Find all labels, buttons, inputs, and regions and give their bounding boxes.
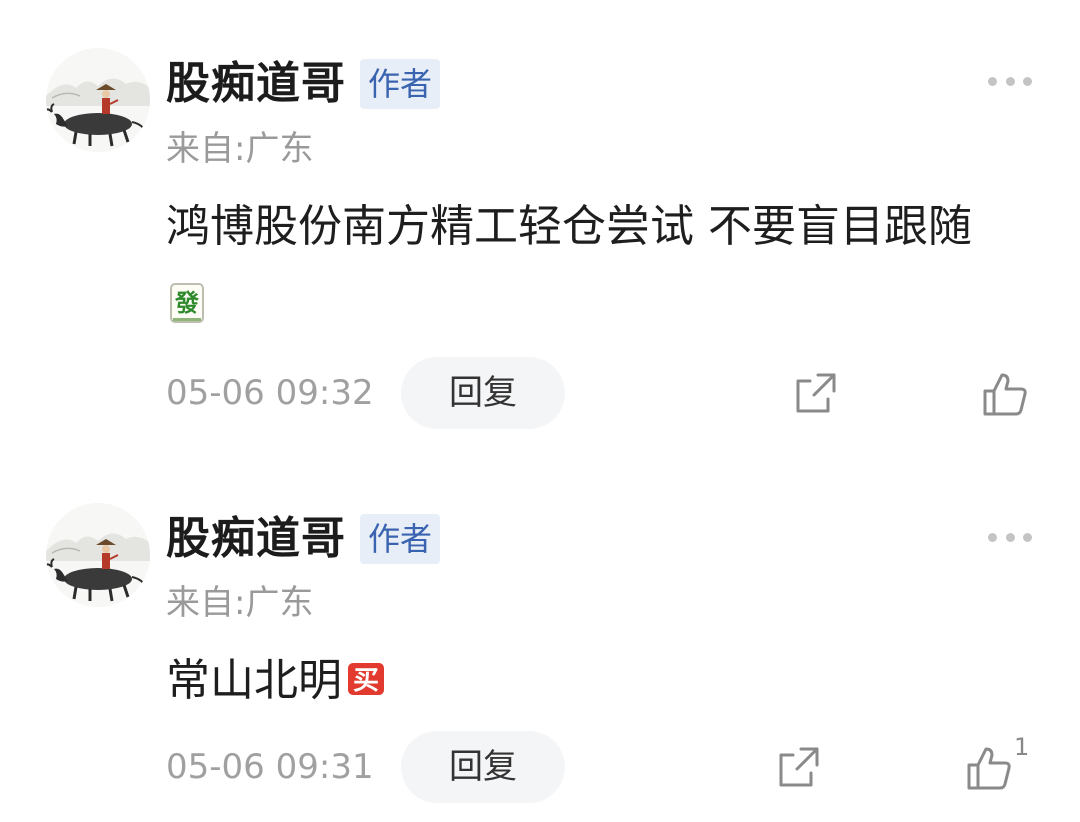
like-count: 1 xyxy=(1014,733,1030,761)
avatar-image xyxy=(46,48,150,152)
dot xyxy=(1005,532,1015,542)
comment-item: 股痴道哥 作者 来自:广东 常山北明买 05-06 09:31 回复 1 xyxy=(0,470,1080,822)
author-badge: 作者 xyxy=(360,514,441,564)
avatar[interactable] xyxy=(46,48,150,152)
more-options-icon[interactable] xyxy=(988,531,1032,543)
dot xyxy=(1023,76,1032,86)
dot xyxy=(988,532,997,542)
thumbs-up-icon[interactable] xyxy=(982,371,1028,417)
author-name[interactable]: 股痴道哥 xyxy=(166,507,346,571)
comment-meta-row: 05-06 09:32 回复 xyxy=(0,357,1080,429)
share-icon[interactable] xyxy=(777,745,821,789)
svg-text:發: 發 xyxy=(174,289,199,317)
timestamp: 05-06 09:32 xyxy=(166,373,374,413)
author-row: 股痴道哥 作者 xyxy=(166,507,441,571)
dot xyxy=(988,76,997,86)
timestamp: 05-06 09:31 xyxy=(166,747,374,787)
thumbs-up-icon[interactable] xyxy=(966,745,1012,791)
author-badge: 作者 xyxy=(360,59,441,109)
comment-text: 鸿博股份南方精工轻仓尝试 不要盲目跟随 xyxy=(166,201,972,252)
reply-button[interactable]: 回复 xyxy=(401,731,565,803)
mahjong-fa-icon: 發 xyxy=(170,270,204,348)
comment-item: 股痴道哥 作者 来自:广东 鸿博股份南方精工轻仓尝试 不要盲目跟随發 05-06… xyxy=(0,0,1080,470)
share-icon[interactable] xyxy=(794,371,838,415)
comment-content: 常山北明买 xyxy=(166,642,1006,724)
buy-sticker-icon: 买 xyxy=(346,646,386,724)
comment-content: 鸿博股份南方精工轻仓尝试 不要盲目跟随發 xyxy=(166,188,1006,348)
comment-text: 常山北明 xyxy=(166,655,342,706)
avatar[interactable] xyxy=(46,503,150,607)
author-row: 股痴道哥 作者 xyxy=(166,52,441,116)
dot xyxy=(1005,76,1015,86)
more-options-icon[interactable] xyxy=(988,75,1032,87)
dot xyxy=(1023,532,1032,542)
avatar-image xyxy=(46,503,150,607)
location-text: 来自:广东 xyxy=(166,129,314,169)
author-name[interactable]: 股痴道哥 xyxy=(166,52,346,116)
buy-sticker-text: 买 xyxy=(353,666,379,696)
location-text: 来自:广东 xyxy=(166,583,314,623)
reply-button[interactable]: 回复 xyxy=(401,357,565,429)
comment-meta-row: 05-06 09:31 回复 1 xyxy=(0,731,1080,803)
